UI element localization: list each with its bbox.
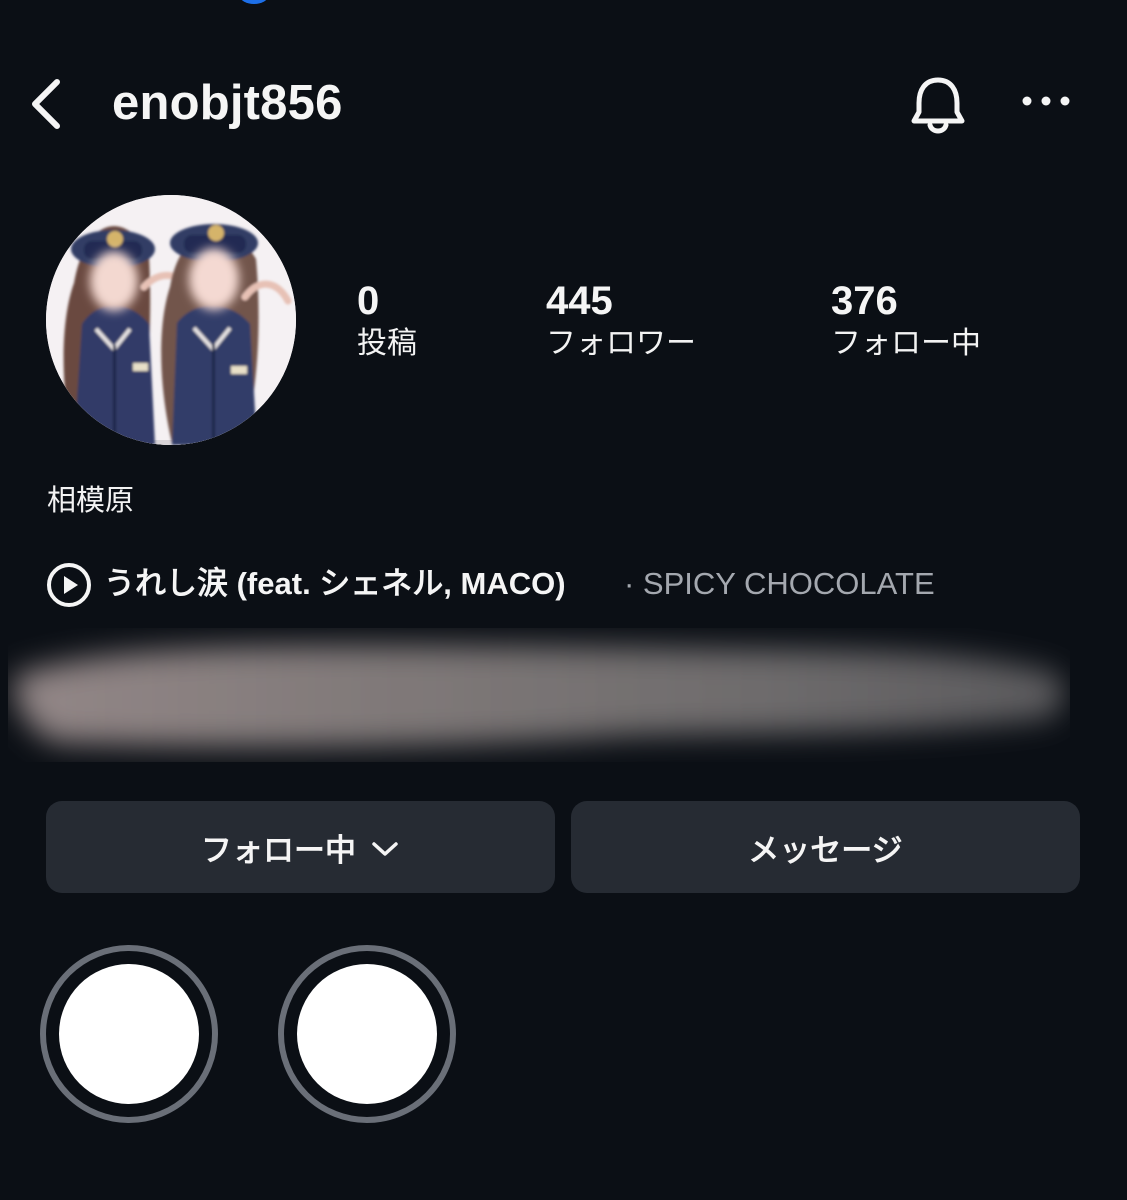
more-icon[interactable] xyxy=(1020,90,1072,112)
bell-icon[interactable] xyxy=(905,70,971,140)
story-highlight-cover xyxy=(59,964,199,1104)
following-button[interactable]: フォロー中 xyxy=(46,801,555,893)
message-button[interactable]: メッセージ xyxy=(571,801,1080,893)
play-icon xyxy=(47,563,91,607)
song-title: うれし涙 (feat. シェネル, MACO) xyxy=(104,566,566,601)
profile-header: enobjt856 xyxy=(0,54,1127,154)
profile-username: enobjt856 xyxy=(112,76,343,130)
blurred-bio xyxy=(8,628,1070,762)
followers-label: フォロワー xyxy=(546,326,696,361)
profile-stats: 0 投稿 445 フォロワー 376 フォロー中 xyxy=(0,280,1127,380)
story-highlights xyxy=(40,945,540,1135)
profile-action-buttons: フォロー中 メッセージ xyxy=(46,801,1080,893)
message-button-label: メッセージ xyxy=(748,832,903,869)
story-highlight[interactable] xyxy=(278,945,456,1123)
followers-count: 445 xyxy=(546,279,613,323)
chevron-down-icon xyxy=(372,842,398,856)
story-highlight-cover xyxy=(297,964,437,1104)
display-name: 相模原 xyxy=(47,483,135,517)
following-count: 376 xyxy=(831,279,898,323)
posts-stat[interactable]: 0 投稿 xyxy=(357,280,577,361)
back-icon[interactable] xyxy=(22,72,70,136)
status-indicator-dot xyxy=(240,0,268,4)
posts-label: 投稿 xyxy=(357,326,417,361)
posts-count: 0 xyxy=(357,279,380,323)
music-row[interactable]: うれし涙 (feat. シェネル, MACO) · SPICY CHOCOLAT… xyxy=(46,562,1026,608)
following-label: フォロー中 xyxy=(831,326,981,361)
song-artist: · SPICY CHOCOLATE xyxy=(624,566,935,601)
following-stat[interactable]: 376 フォロー中 xyxy=(831,280,1051,361)
story-highlight[interactable] xyxy=(40,945,218,1123)
followers-stat[interactable]: 445 フォロワー xyxy=(546,280,766,361)
following-button-label: フォロー中 xyxy=(201,832,356,869)
